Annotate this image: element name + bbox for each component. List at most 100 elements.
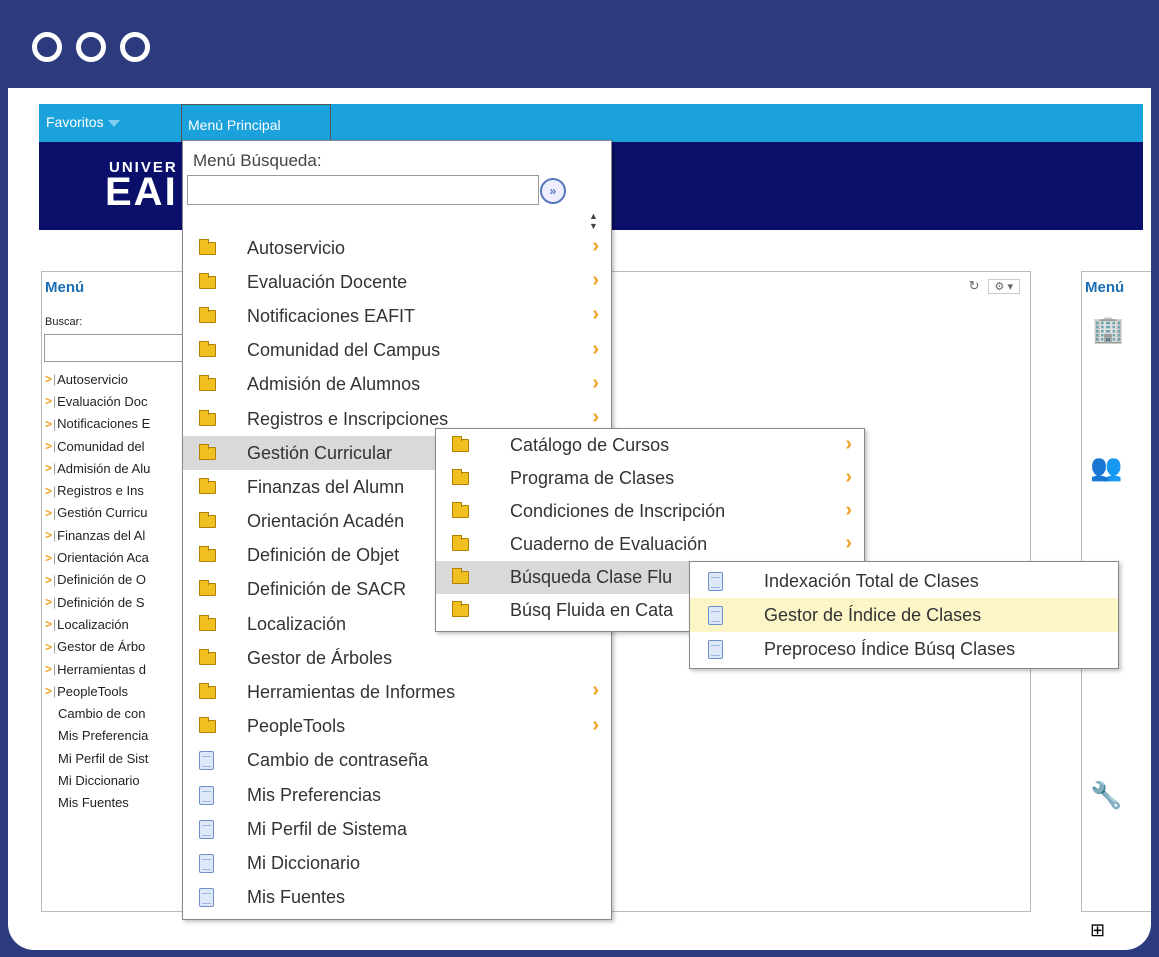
menu-item[interactable]: Comunidad del Campus › <box>183 334 611 368</box>
menu-item[interactable]: Autoservicio › <box>183 231 611 265</box>
search-go-button[interactable]: » <box>540 178 566 204</box>
menu-tree-item[interactable]: > | Comunidad del <box>42 435 192 457</box>
menu-item[interactable]: Mis Preferencias <box>183 778 611 812</box>
document-icon <box>199 888 214 908</box>
divider: | <box>53 461 57 476</box>
tools-icon[interactable]: 🔧 <box>1090 780 1122 811</box>
divider: | <box>53 372 57 387</box>
folder-icon <box>199 477 216 494</box>
menu-tree-item[interactable]: Mis Fuentes <box>42 792 192 814</box>
menu-tree-item[interactable]: > | Evaluación Doc <box>42 390 192 412</box>
chevron-right-icon: › <box>845 499 852 521</box>
menu-item[interactable]: Mis Fuentes <box>183 881 611 915</box>
chevron-right-icon: › <box>592 235 599 257</box>
folder-icon <box>452 535 469 551</box>
chevron-right-icon: › <box>592 337 599 360</box>
window-button-1[interactable] <box>32 32 62 62</box>
menu-item-label: Cambio de contraseña <box>247 750 429 771</box>
document-icon <box>708 571 723 591</box>
menu-tree-item[interactable]: > | PeopleTools <box>42 680 192 702</box>
folder-icon <box>199 375 216 392</box>
menu-tree-item[interactable]: Mis Preferencia <box>42 725 192 747</box>
divider: | <box>53 505 57 520</box>
folder-icon <box>452 568 469 584</box>
menu-tree-item[interactable]: Cambio de con <box>42 702 192 724</box>
menu-tree-item[interactable]: > | Definición de O <box>42 569 192 591</box>
search-input[interactable] <box>44 334 184 362</box>
chevron-right-icon: > <box>45 439 53 454</box>
sort-icon[interactable]: ▲ ▼ <box>589 211 598 231</box>
divider: | <box>53 639 57 654</box>
menu-tree-item[interactable]: > | Autoservicio <box>42 368 192 390</box>
menu-tree-label: Mi Diccionario <box>58 772 140 788</box>
options-menu-icon[interactable]: ⚙ ▾ <box>987 279 1020 294</box>
submenu-item[interactable]: Catálogo de Cursos › <box>436 429 864 462</box>
menu-item-label: Mis Preferencias <box>247 784 382 805</box>
submenu-item[interactable]: Gestor de Índice de Clases <box>690 598 1118 632</box>
menu-item[interactable]: PeopleTools › <box>183 710 611 744</box>
menu-tree-label: Admisión de Alu <box>57 460 151 476</box>
menu-item[interactable]: Herramientas de Informes › <box>183 675 611 709</box>
submenu-item-label: Condiciones de Inscripción <box>510 501 726 521</box>
folder-icon <box>452 436 469 452</box>
menu-item[interactable]: Cambio de contraseña <box>183 744 611 778</box>
people-icon[interactable]: 👥 <box>1090 452 1122 483</box>
menu-tree-item[interactable]: > | Definición de S <box>42 591 192 613</box>
menu-search-input[interactable] <box>187 175 539 205</box>
menu-tree-label: Autoservicio <box>57 371 128 387</box>
chevron-right-icon: > <box>45 639 53 654</box>
workcenter-icon[interactable]: 🏢 <box>1092 314 1124 345</box>
menu-tree-label: Gestión Curricu <box>57 505 148 521</box>
submenu-item-label: Programa de Clases <box>510 468 675 488</box>
menu-item-label: Definición de Objet <box>247 545 400 566</box>
folder-icon <box>199 409 216 426</box>
chevron-right-icon: > <box>45 662 53 676</box>
menu-tree-item[interactable]: Mi Perfil de Sist <box>42 747 192 769</box>
main-menu-tab[interactable]: Menú Principal <box>181 104 331 142</box>
menu-tree-item[interactable]: > | Admisión de Alu <box>42 457 192 479</box>
menu-item[interactable]: Notificaciones EAFIT › <box>183 299 611 333</box>
menu-item[interactable]: Gestor de Árboles <box>183 641 611 675</box>
menu-tree-item[interactable]: > | Herramientas d <box>42 658 192 680</box>
menu-item[interactable]: Admisión de Alumnos › <box>183 368 611 402</box>
chevron-right-icon: › <box>592 679 599 702</box>
submenu-item[interactable]: Condiciones de Inscripción › <box>436 495 864 528</box>
submenu-item[interactable]: Programa de Clases › <box>436 462 864 495</box>
menu-tree-label: Gestor de Árbo <box>57 639 146 655</box>
menu-item-label: Gestor de Árboles <box>247 647 393 668</box>
divider: | <box>53 572 57 587</box>
menu-tree-label: Evaluación Doc <box>57 393 148 409</box>
submenu-item[interactable]: Indexación Total de Clases <box>690 564 1118 598</box>
menu-tree-item[interactable]: > | Gestión Curricu <box>42 502 192 524</box>
folder-icon <box>199 238 216 255</box>
document-icon <box>199 751 214 771</box>
menu-tree-item[interactable]: > | Notificaciones E <box>42 413 192 435</box>
submenu-item[interactable]: Preproceso Índice Búsq Clases <box>690 632 1118 666</box>
tree-icon[interactable]: ⊞ <box>1090 920 1105 941</box>
divider: | <box>53 439 57 454</box>
refresh-icon[interactable]: ↻ <box>969 278 980 293</box>
menu-tree-item[interactable]: Mi Diccionario <box>42 769 192 791</box>
menu-item[interactable]: Evaluación Docente › <box>183 265 611 299</box>
chevron-right-icon: › <box>592 269 599 292</box>
folder-icon <box>199 546 216 563</box>
favorites-menu[interactable]: Favoritos <box>46 114 120 130</box>
folder-icon <box>452 469 469 485</box>
menu-tree-item[interactable]: > | Registros e Ins <box>42 479 192 501</box>
submenu-item-label: Búsq Fluida en Cata <box>510 600 674 620</box>
menu-tree-item[interactable]: > | Finanzas del Al <box>42 524 192 546</box>
chevron-right-icon: › <box>845 433 852 455</box>
divider: | <box>53 483 57 498</box>
menu-tree: > | Autoservicio > | Evaluación Doc > | Notifica… <box>42 368 192 814</box>
menu-item[interactable]: Mi Perfil de Sistema <box>183 812 611 846</box>
submenu-item[interactable]: Cuaderno de Evaluación › <box>436 528 864 561</box>
window-button-2[interactable] <box>76 32 106 62</box>
menu-tree-item[interactable]: > | Gestor de Árbo <box>42 636 192 658</box>
menu-tree-item[interactable]: > | Orientación Aca <box>42 546 192 568</box>
menu-search-title: Menú Búsqueda: <box>193 151 322 170</box>
menu-item-label: Orientación Acadén <box>247 511 405 532</box>
window-button-3[interactable] <box>120 32 150 62</box>
folder-icon <box>199 512 216 529</box>
menu-tree-item[interactable]: > | Localización <box>42 613 192 635</box>
menu-item[interactable]: Mi Diccionario <box>183 846 611 880</box>
